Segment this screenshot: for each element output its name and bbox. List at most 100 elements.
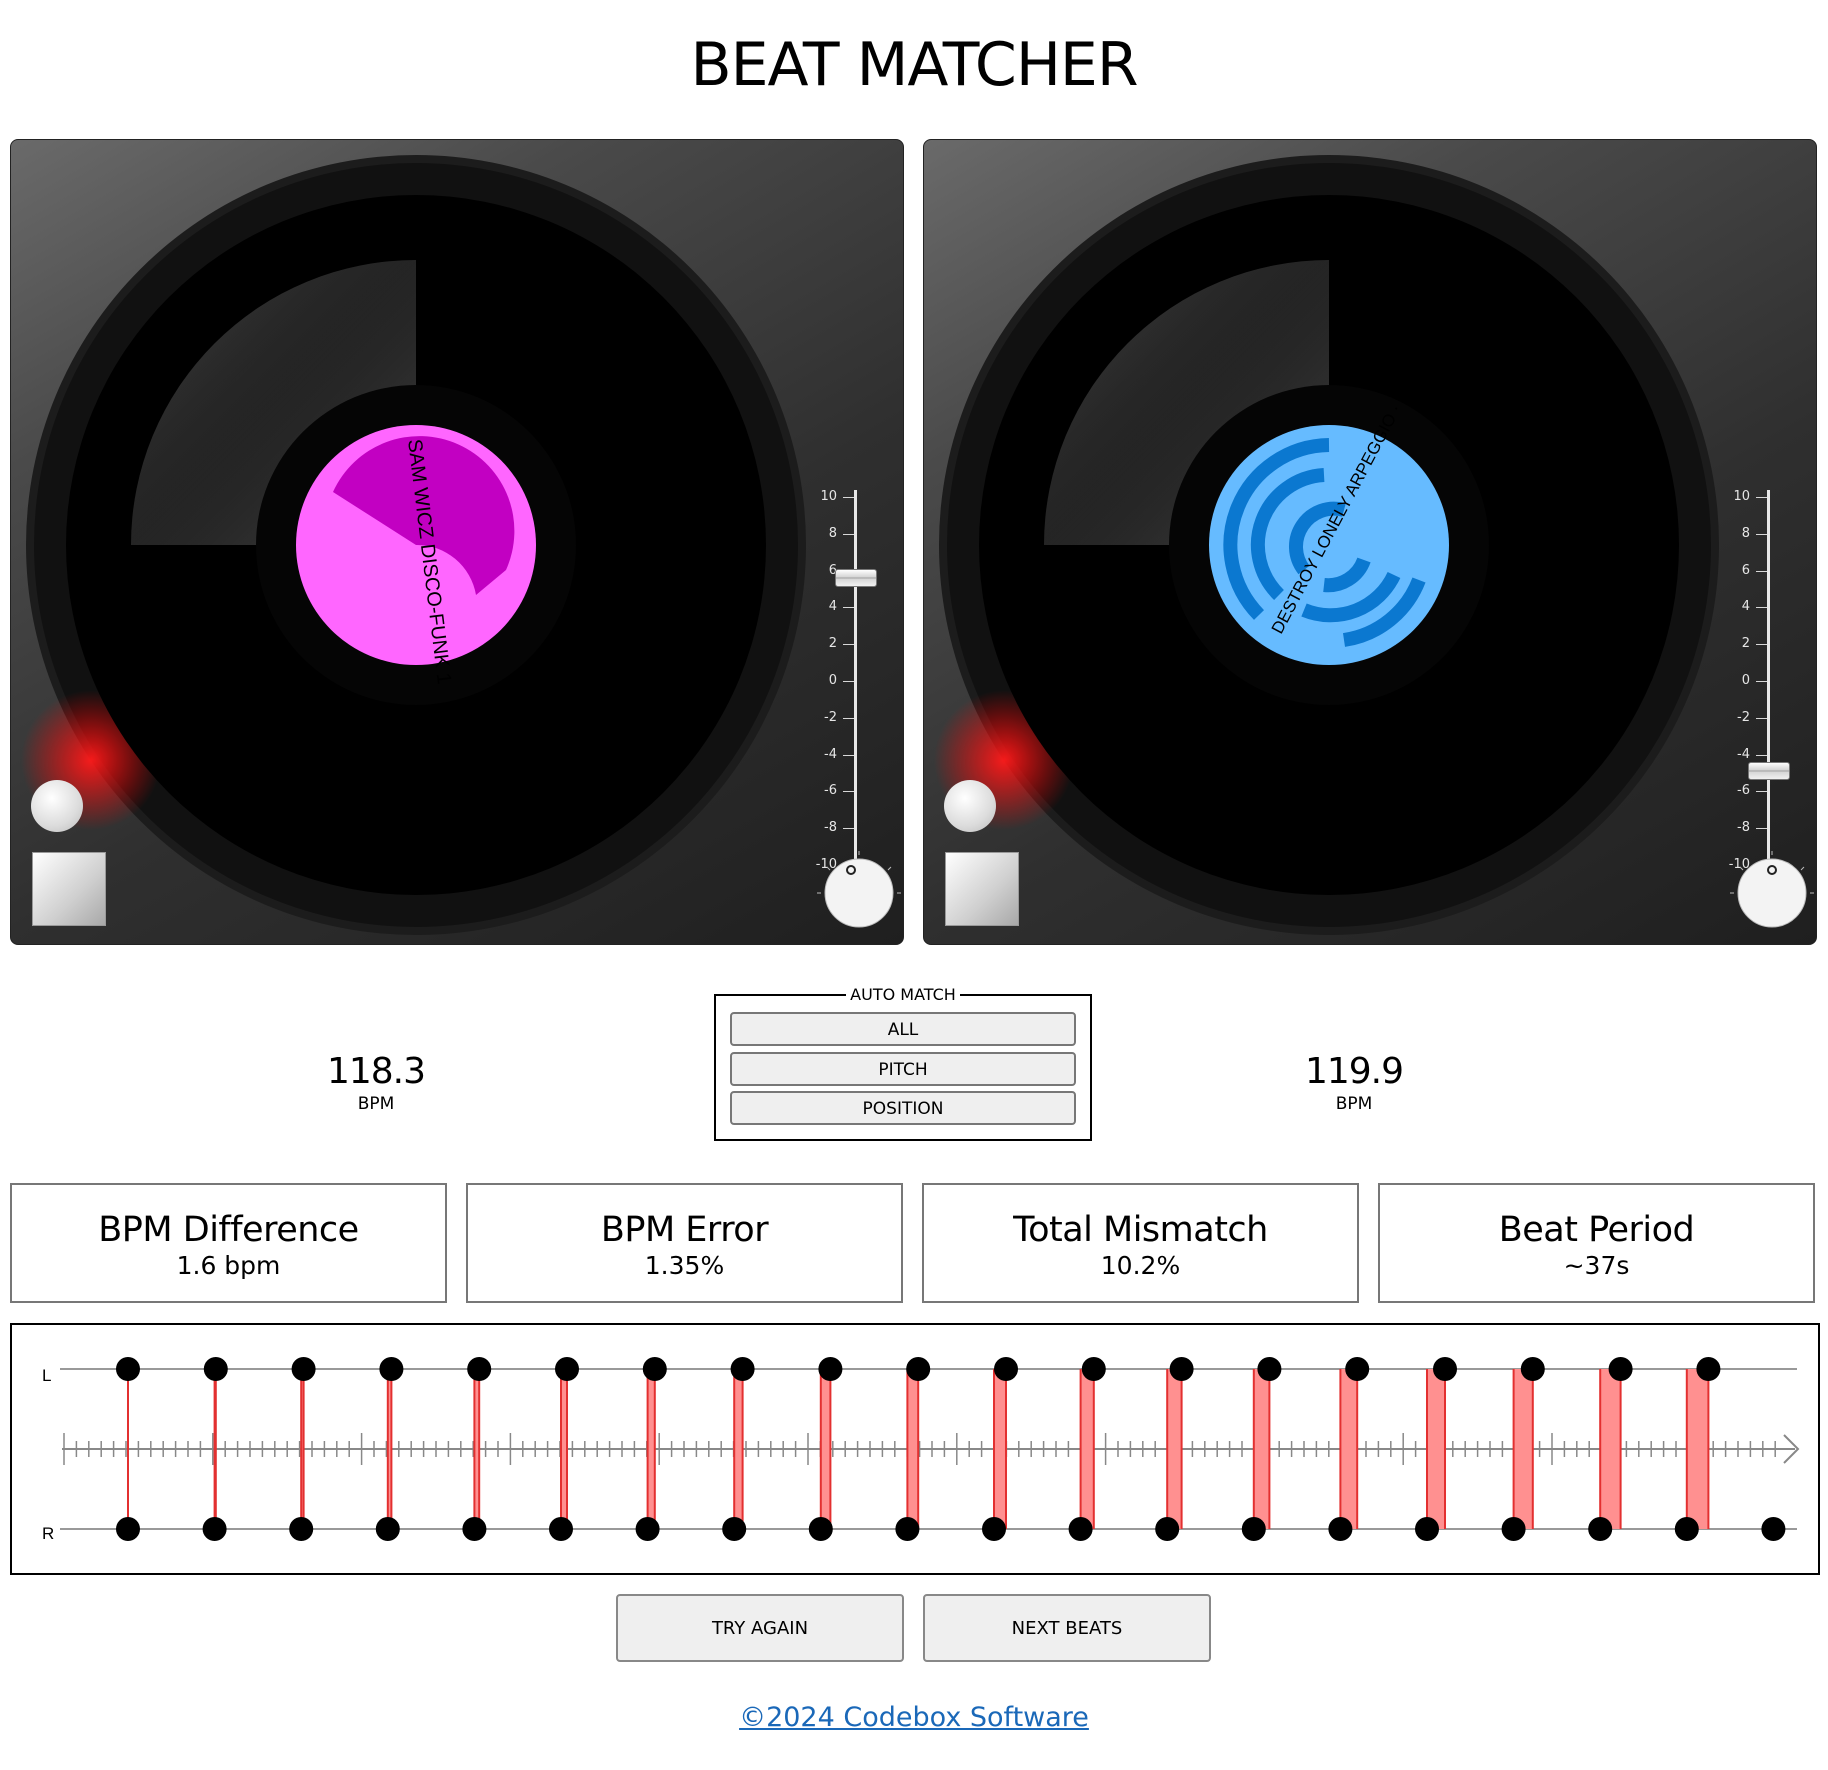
pitch-scale-label: 8: [1741, 525, 1750, 541]
beat-mismatch-band: [1600, 1369, 1621, 1529]
stat-title: Beat Period: [1498, 1210, 1695, 1250]
pitch-scale-label: -6: [824, 783, 837, 799]
left-beat-dot: [730, 1357, 755, 1381]
start-stop-knob[interactable]: [31, 780, 83, 832]
pitch-scale-tick: [843, 607, 854, 609]
footer-copyright-link[interactable]: ©2024 Codebox Software: [0, 1702, 1828, 1733]
pitch-scale-label: 6: [828, 562, 837, 578]
pitch-scale-tick: [1756, 644, 1767, 646]
start-stop-button[interactable]: [945, 852, 1019, 926]
pitch-scale-label: 4: [828, 599, 837, 615]
left-beat-dot: [379, 1357, 404, 1381]
beat-timeline-chart: L R: [42, 1357, 1800, 1543]
stat-value: 1.6 bpm: [176, 1251, 281, 1280]
stat-beat-period: Beat Period ~37s: [1378, 1183, 1815, 1303]
beat-mismatch-band: [1167, 1369, 1182, 1529]
pitch-fader-handle[interactable]: [1748, 762, 1790, 781]
timeline-right-label: R: [42, 1524, 54, 1543]
bpm-unit: BPM: [357, 1094, 395, 1114]
stat-value: 10.2%: [1100, 1251, 1181, 1280]
left-beat-dot: [467, 1357, 492, 1381]
pitch-fader-handle[interactable]: [835, 568, 877, 587]
beat-mismatch-band: [1513, 1369, 1533, 1529]
auto-match-all-button[interactable]: ALL: [730, 1012, 1076, 1046]
right-beat-dot: [289, 1517, 314, 1541]
pitch-scale-tick: [1756, 570, 1767, 572]
pitch-scale-tick: [1756, 717, 1767, 719]
pitch-scale-label: 2: [1741, 636, 1750, 652]
auto-match-pitch-button[interactable]: PITCH: [730, 1052, 1076, 1086]
right-beat-dot: [1241, 1517, 1266, 1541]
try-again-button[interactable]: TRY AGAIN: [616, 1594, 904, 1662]
pitch-scale-label: -4: [824, 746, 837, 762]
right-beat-dot: [549, 1517, 573, 1541]
right-beat-dot: [1501, 1517, 1526, 1541]
stat-value: ~37s: [1563, 1251, 1630, 1280]
pitch-fader-left[interactable]: 10 8 6 4 2 0 -2 -4 -6 -8 -10: [791, 340, 891, 872]
right-beat-dot: [1674, 1517, 1699, 1541]
left-beat-dot: [1169, 1357, 1194, 1381]
beat-mismatch-band: [647, 1369, 655, 1529]
left-beat-dot: [994, 1357, 1018, 1381]
left-beat-dot: [1520, 1357, 1545, 1381]
right-beat-dot: [895, 1517, 920, 1541]
pitch-scale-label: 10: [1733, 489, 1750, 504]
pitch-scale-tick: [843, 828, 854, 830]
speed-knob[interactable]: [811, 845, 904, 941]
right-beat-dot: [375, 1517, 400, 1541]
pitch-scale-label: -2: [1737, 709, 1750, 725]
pitch-scale-tick: [1756, 497, 1767, 498]
pitch-scale-label: -6: [1737, 783, 1750, 799]
platter-left: SAM WICZ DISCO-FUNK 1: [21, 155, 806, 935]
pitch-scale-tick: [1756, 681, 1767, 682]
left-beat-dot: [642, 1357, 667, 1381]
pitch-fader-rail: [1767, 490, 1770, 872]
pitch-scale-tick: [843, 681, 854, 682]
pitch-fader-right[interactable]: 10 8 6 4 2 0 -2 -4 -6 -8 -10: [1704, 340, 1804, 872]
speed-knob[interactable]: [1724, 845, 1817, 941]
auto-match-group: AUTO MATCH ALL PITCH POSITION: [714, 985, 1092, 1141]
right-beat-dot: [808, 1517, 833, 1541]
left-beat-dot: [1257, 1357, 1282, 1381]
left-beat-dot: [1081, 1357, 1106, 1381]
pitch-fader-rail: [854, 490, 857, 872]
right-beat-dot: [1588, 1517, 1613, 1541]
pitch-scale-tick: [1756, 828, 1767, 830]
right-beat-dot: [1415, 1517, 1439, 1541]
beat-mismatch-band: [1427, 1369, 1445, 1529]
pitch-scale-tick: [843, 497, 854, 498]
pitch-scale-tick: [843, 791, 854, 793]
right-beat-dot: [1068, 1517, 1093, 1541]
pitch-scale-label: 6: [1741, 562, 1750, 578]
beat-mismatch-band: [734, 1369, 743, 1529]
turntable-right: DESTROY LONELY ARPEGGIO · ODDISHAK 10 8 6 4…: [923, 139, 1817, 945]
left-beat-dot: [555, 1357, 579, 1381]
bpm-unit: BPM: [1335, 1094, 1373, 1114]
pitch-scale-tick: [1756, 754, 1767, 756]
platter-right: DESTROY LONELY ARPEGGIO · ODDISHAK: [934, 155, 1719, 935]
next-beats-button[interactable]: NEXT BEATS: [923, 1594, 1211, 1662]
pitch-scale-label: 0: [828, 673, 837, 688]
pitch-scale-tick: [1756, 791, 1767, 793]
right-beat-dot: [722, 1517, 747, 1541]
pitch-scale-label: 2: [828, 636, 837, 652]
right-beat-dot: [462, 1517, 487, 1541]
stat-bpm-error: BPM Error 1.35%: [466, 1183, 903, 1303]
start-stop-knob[interactable]: [944, 780, 996, 832]
stat-bpm-difference: BPM Difference 1.6 bpm: [10, 1183, 447, 1303]
stat-title: BPM Error: [600, 1210, 769, 1250]
turntable-left: SAM WICZ DISCO-FUNK 1 10 8 6 4 2 0 -2 -4 -6 -8 -10: [10, 139, 904, 945]
pitch-scale-tick: [1756, 533, 1767, 535]
pitch-scale-tick: [843, 533, 854, 535]
pitch-scale-label: 8: [828, 525, 837, 541]
page-title: BEAT MATCHER: [690, 30, 1138, 100]
left-beat-dot: [818, 1357, 843, 1381]
pitch-scale-tick: [1756, 607, 1767, 609]
right-beat-dot: [116, 1517, 140, 1541]
right-beat-dot: [635, 1517, 660, 1541]
pitch-scale-label: -8: [824, 820, 837, 836]
auto-match-legend: AUTO MATCH: [846, 985, 960, 1004]
start-stop-button[interactable]: [32, 852, 106, 926]
auto-match-position-button[interactable]: POSITION: [730, 1091, 1076, 1125]
pitch-scale-label: -8: [1737, 820, 1750, 836]
